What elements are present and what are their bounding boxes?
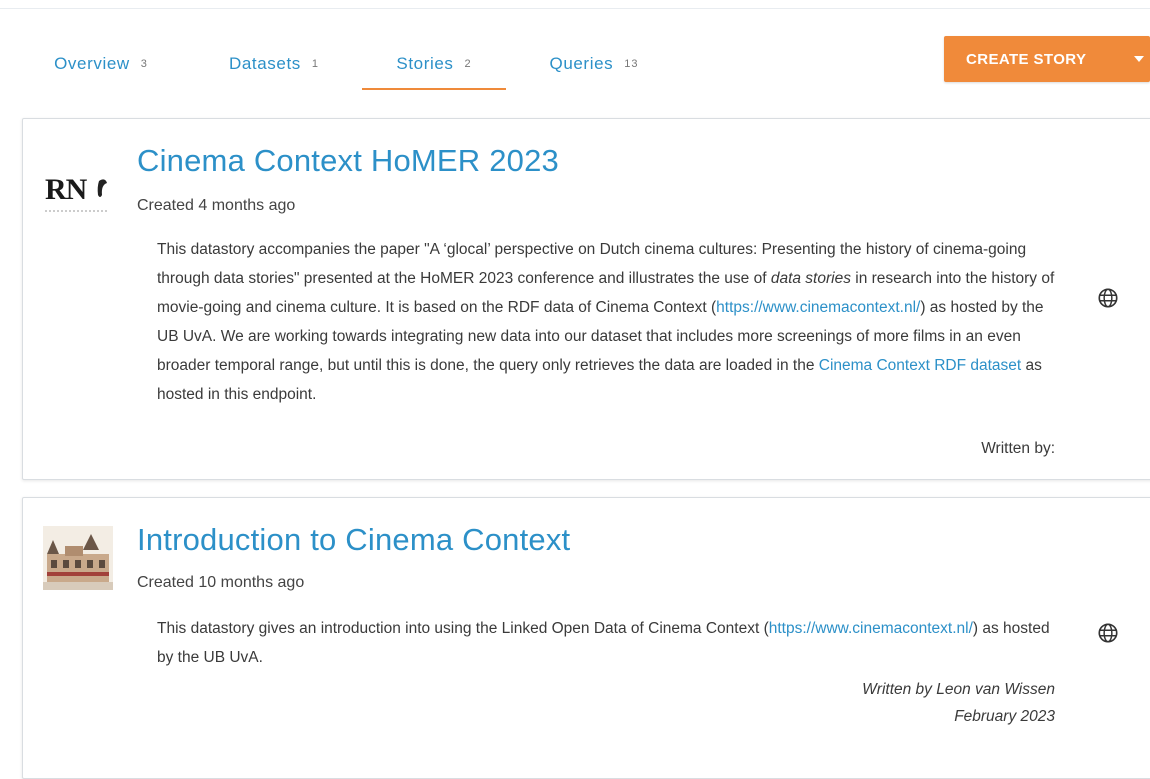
story-created-date: Created 10 months ago: [137, 574, 305, 591]
story-avatar: RN: [45, 173, 109, 212]
tab-label: Overview: [54, 54, 130, 73]
tab-label: Queries: [549, 54, 614, 73]
story-card: RN Cinema Context HoMER 2023 Created 4 m…: [22, 118, 1150, 480]
tab-count: 3: [140, 58, 148, 70]
desc-emphasis: data stories: [770, 270, 851, 287]
byline-author: Written by Leon van Wissen: [862, 681, 1055, 698]
story-title-link[interactable]: Introduction to Cinema Context: [137, 522, 570, 558]
cinemacontext-link[interactable]: https://www.cinemacontext.nl/: [769, 620, 973, 637]
story-description: This datastory gives an introduction int…: [157, 614, 1057, 672]
tab-label: Datasets: [228, 54, 301, 73]
globe-icon[interactable]: [1097, 287, 1119, 309]
tab-queries[interactable]: Queries 13: [524, 40, 664, 88]
create-story-label: CREATE STORY: [966, 50, 1087, 68]
story-byline: Written by Leon van Wissen February 2023: [862, 676, 1055, 730]
rdf-dataset-link[interactable]: Cinema Context RDF dataset: [819, 357, 1021, 374]
cinemacontext-link[interactable]: https://www.cinemacontext.nl/: [716, 299, 920, 316]
byline-date: February 2023: [954, 708, 1055, 725]
desc-text: This datastory gives an introduction int…: [157, 620, 769, 637]
story-avatar-building-image: [43, 526, 113, 590]
story-title-link[interactable]: Cinema Context HoMER 2023: [137, 143, 559, 179]
tab-stories[interactable]: Stories 2: [362, 40, 506, 90]
story-byline: Written by:: [981, 440, 1055, 457]
tab-count: 13: [624, 58, 639, 70]
chevron-down-icon[interactable]: [1134, 56, 1144, 62]
tab-count: 1: [311, 58, 319, 70]
story-description: This datastory accompanies the paper "A …: [157, 235, 1057, 409]
tab-label: Stories: [396, 54, 454, 73]
tab-count: 2: [464, 58, 472, 70]
avatar-logo-text: RN: [45, 173, 88, 206]
tab-overview[interactable]: Overview 3: [36, 40, 166, 88]
top-divider: [0, 8, 1150, 9]
story-created-date: Created 4 months ago: [137, 197, 296, 214]
create-story-button[interactable]: CREATE STORY: [944, 36, 1150, 82]
story-card: Introduction to Cinema Context Created 1…: [22, 497, 1150, 779]
tab-datasets[interactable]: Datasets 1: [204, 40, 344, 88]
globe-icon[interactable]: [1097, 622, 1119, 644]
